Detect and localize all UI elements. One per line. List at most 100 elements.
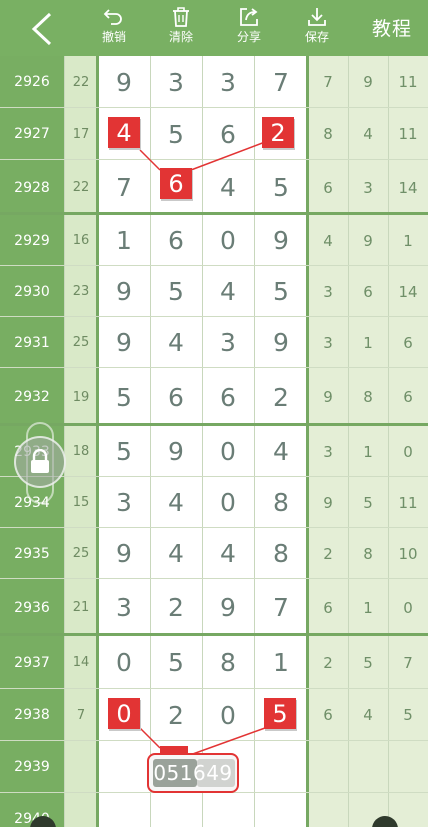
tutorial-button[interactable]: 教程 bbox=[372, 14, 412, 41]
stat-cell: 1 bbox=[363, 598, 373, 617]
digit-cell[interactable]: 6 bbox=[202, 368, 254, 426]
marker-2927-pos1[interactable]: 4 bbox=[108, 117, 140, 148]
digit-cell[interactable]: 5 bbox=[254, 160, 308, 215]
digit-cell[interactable]: 5 bbox=[98, 368, 150, 426]
digit-cell[interactable]: 0 bbox=[98, 636, 150, 689]
digit-cell[interactable] bbox=[150, 793, 202, 827]
stat-cell: 1 bbox=[403, 231, 413, 250]
stat-cell: 5 bbox=[403, 706, 413, 724]
stat-cell: 0 bbox=[403, 442, 413, 461]
back-button[interactable] bbox=[28, 12, 58, 46]
digit-cell[interactable]: 2 bbox=[150, 579, 202, 636]
digit-cell[interactable]: 5 bbox=[150, 266, 202, 317]
stat-cell: 4 bbox=[363, 125, 373, 143]
digit-cell[interactable]: 3 bbox=[202, 56, 254, 108]
table-row: 2936 21 3 2 9 7 6 1 0 bbox=[0, 579, 428, 636]
digit-cell[interactable]: 9 bbox=[98, 56, 150, 108]
stat-cell: 6 bbox=[403, 388, 413, 406]
digit-cell[interactable]: 6 bbox=[150, 368, 202, 426]
digit-cell[interactable]: 9 bbox=[202, 579, 254, 636]
digit-cell[interactable]: 4 bbox=[150, 317, 202, 368]
sum-value bbox=[64, 741, 98, 793]
digit-cell[interactable] bbox=[254, 741, 308, 793]
table-row: 2935 25 9 4 4 8 2 8 10 bbox=[0, 528, 428, 579]
marker-2938-pos1[interactable]: 0 bbox=[108, 698, 140, 729]
stat-cell bbox=[308, 741, 348, 793]
digit-cell[interactable]: 7 bbox=[254, 56, 308, 108]
lock-button[interactable] bbox=[14, 436, 66, 488]
stat-cell: 11 bbox=[398, 73, 418, 91]
stat-cell: 2 bbox=[323, 544, 333, 563]
digit-cell[interactable]: 7 bbox=[98, 160, 150, 215]
digit-cell[interactable] bbox=[202, 793, 254, 827]
digit-cell[interactable]: 8 bbox=[254, 528, 308, 579]
digit-cell[interactable]: 0 bbox=[202, 477, 254, 528]
digit-cell[interactable]: 6 bbox=[202, 108, 254, 160]
stat-cell: 1 bbox=[363, 442, 373, 461]
save-button[interactable]: 保存 bbox=[293, 6, 341, 50]
sum-value: 25 bbox=[72, 546, 90, 561]
digit-cell[interactable] bbox=[98, 793, 150, 827]
digit-cell[interactable]: 4 bbox=[202, 160, 254, 215]
digit-cell[interactable]: 9 bbox=[98, 317, 150, 368]
digit-cell[interactable] bbox=[98, 741, 150, 793]
digit-cell[interactable]: 8 bbox=[202, 636, 254, 689]
marker-2938-pos4[interactable]: 5 bbox=[264, 698, 296, 729]
lock-icon bbox=[31, 449, 49, 473]
marker-2927-pos4[interactable]: 2 bbox=[262, 117, 294, 148]
stat-cell: 14 bbox=[398, 178, 418, 197]
digit-cell[interactable]: 3 bbox=[98, 477, 150, 528]
digit-cell[interactable]: 5 bbox=[150, 636, 202, 689]
table-row: 2937 14 0 5 8 1 2 5 7 bbox=[0, 636, 428, 689]
digit-cell[interactable]: 0 bbox=[202, 689, 254, 741]
undo-button[interactable]: 撤销 bbox=[90, 6, 138, 50]
clear-button[interactable]: 清除 bbox=[157, 6, 205, 50]
issue-number: 2928 bbox=[14, 179, 50, 196]
stat-cell: 9 bbox=[323, 388, 333, 406]
prediction-box[interactable]: 051649 bbox=[147, 753, 239, 793]
table-row: 2940 bbox=[0, 793, 428, 827]
digit-cell[interactable]: 9 bbox=[150, 426, 202, 477]
stat-cell: 8 bbox=[363, 388, 373, 406]
sum-value: 21 bbox=[72, 600, 90, 615]
digit-cell[interactable]: 4 bbox=[202, 266, 254, 317]
undo-icon bbox=[103, 9, 122, 25]
digit-cell[interactable]: 5 bbox=[254, 266, 308, 317]
digit-cell[interactable]: 9 bbox=[254, 215, 308, 266]
digit-cell[interactable]: 6 bbox=[150, 215, 202, 266]
stat-cell bbox=[388, 741, 428, 793]
marker-2928-pos2[interactable]: 6 bbox=[160, 168, 192, 199]
digit-cell[interactable]: 4 bbox=[202, 528, 254, 579]
stat-cell: 14 bbox=[398, 282, 418, 301]
stat-cell: 8 bbox=[323, 125, 333, 143]
toolbar: 撤销 清除 分享 保存 教程 bbox=[0, 0, 428, 56]
digit-cell[interactable]: 7 bbox=[254, 579, 308, 636]
digit-cell[interactable]: 2 bbox=[150, 689, 202, 741]
digit-cell[interactable]: 4 bbox=[150, 528, 202, 579]
share-icon bbox=[240, 8, 258, 26]
digit-cell[interactable]: 8 bbox=[254, 477, 308, 528]
digit-cell[interactable]: 4 bbox=[254, 426, 308, 477]
digit-cell[interactable]: 3 bbox=[150, 56, 202, 108]
share-button[interactable]: 分享 bbox=[225, 6, 273, 50]
stat-cell: 3 bbox=[323, 442, 333, 461]
digit-cell[interactable]: 9 bbox=[98, 528, 150, 579]
digit-cell[interactable]: 1 bbox=[98, 215, 150, 266]
digit-cell[interactable]: 5 bbox=[98, 426, 150, 477]
digit-cell[interactable]: 5 bbox=[150, 108, 202, 160]
digit-cell[interactable]: 1 bbox=[254, 636, 308, 689]
issue-number: 2927 bbox=[14, 126, 50, 142]
digit-cell[interactable]: 9 bbox=[98, 266, 150, 317]
digit-cell[interactable] bbox=[254, 793, 308, 827]
digit-cell[interactable]: 4 bbox=[150, 477, 202, 528]
table-row: 2929 16 1 6 0 9 4 9 1 bbox=[0, 215, 428, 266]
digit-cell[interactable]: 2 bbox=[254, 368, 308, 426]
stat-cell: 9 bbox=[363, 231, 373, 250]
digit-cell[interactable]: 3 bbox=[98, 579, 150, 636]
digit-cell[interactable]: 3 bbox=[202, 317, 254, 368]
digit-cell[interactable]: 0 bbox=[202, 215, 254, 266]
issue-number: 2926 bbox=[14, 74, 50, 90]
stat-cell: 3 bbox=[323, 282, 333, 301]
digit-cell[interactable]: 9 bbox=[254, 317, 308, 368]
digit-cell[interactable]: 0 bbox=[202, 426, 254, 477]
